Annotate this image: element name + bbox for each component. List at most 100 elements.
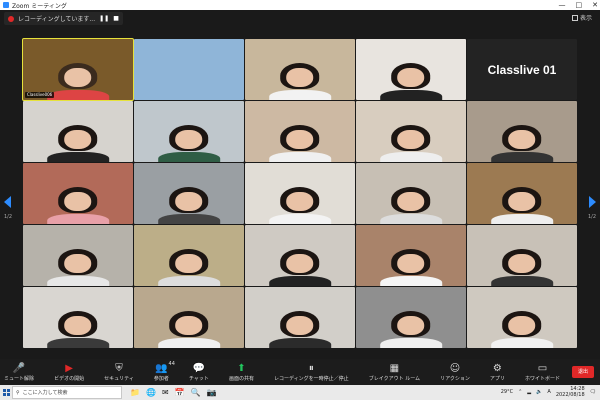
taskbar-app-icon[interactable]: 🔍	[191, 388, 201, 397]
participant-count-badge: 44	[168, 361, 175, 367]
participant-tile[interactable]	[467, 101, 577, 162]
search-icon: ⚲	[16, 389, 20, 396]
record-icon: ⏸	[308, 362, 314, 374]
volume-icon[interactable]: 🔈	[536, 389, 542, 395]
window-title: Zoom ミーティング	[12, 2, 67, 10]
minimize-button[interactable]: —	[559, 0, 566, 10]
taskbar-app-icon[interactable]: 📁	[130, 388, 140, 397]
apps-button[interactable]: ⚙ アプリ	[490, 359, 505, 385]
share-screen-button[interactable]: ⬆ 画面の共有	[229, 359, 254, 385]
participant-tile[interactable]: Classlive006	[22, 38, 134, 101]
breakout-rooms-icon: ▦	[389, 362, 400, 374]
participant-tile[interactable]	[356, 225, 466, 286]
participants-button[interactable]: 👥 44 参加者	[154, 359, 175, 385]
participant-tile[interactable]	[134, 39, 244, 100]
maximize-button[interactable]: □	[576, 0, 583, 10]
windows-taskbar: ⚲ ここに入力して検索 📁 🌐 ✉ 📅 🔍 📷 29°C ⌃ ▂ 🔈 A 14:28 20…	[0, 385, 600, 400]
next-page-number: 1/2	[587, 214, 596, 220]
taskbar-search[interactable]: ⚲ ここに入力して検索	[12, 386, 122, 399]
participant-tile[interactable]	[134, 163, 244, 224]
taskbar-apps: 📁 🌐 ✉ 📅 🔍 📷	[130, 388, 217, 397]
participant-tile[interactable]	[134, 101, 244, 162]
reaction-button[interactable]: ☺ リアクション	[440, 359, 470, 385]
participant-tile[interactable]	[356, 287, 466, 348]
participant-video	[158, 125, 220, 162]
shield-button[interactable]: ⛨ セキュリティ	[104, 359, 134, 385]
participant-video	[269, 249, 331, 286]
participant-video	[269, 63, 331, 100]
participant-name: Classlive006	[25, 92, 55, 98]
windows-logo-icon	[2, 389, 10, 396]
participant-tile[interactable]	[356, 39, 466, 100]
recording-text: レコーディングしています...	[18, 16, 96, 23]
participant-tile[interactable]	[23, 101, 133, 162]
next-page-arrow[interactable]	[589, 196, 596, 208]
network-icon[interactable]: ▂	[527, 389, 531, 395]
toolbar-label: セキュリティ	[104, 375, 134, 382]
participant-tile[interactable]	[356, 163, 466, 224]
participant-tile[interactable]	[245, 101, 355, 162]
window-titlebar: Zoom ミーティング — □ ✕	[0, 0, 600, 10]
participant-tile[interactable]	[23, 163, 133, 224]
taskbar-app-icon[interactable]: 📷	[207, 388, 217, 397]
participant-tile[interactable]	[23, 287, 133, 348]
microphone-muted-button[interactable]: 🎤 ミュート解除	[4, 359, 34, 385]
participant-video	[269, 311, 331, 348]
participant-name-label: Classlive 01	[487, 62, 557, 77]
participant-video	[380, 125, 442, 162]
participant-tile[interactable]	[245, 225, 355, 286]
participant-video	[47, 63, 109, 100]
chevron-up-icon[interactable]: ⌃	[518, 389, 522, 395]
participant-tile[interactable]	[467, 163, 577, 224]
participant-tile[interactable]	[467, 287, 577, 348]
prev-page-number: 1/2	[4, 214, 13, 220]
prev-page-arrow[interactable]	[4, 196, 11, 208]
participant-tile[interactable]	[245, 39, 355, 100]
participant-tile[interactable]	[23, 225, 133, 286]
view-button[interactable]: 表示	[571, 13, 592, 22]
leave-button[interactable]: 退出	[572, 366, 594, 378]
participant-video	[491, 311, 553, 348]
share-screen-icon: ⬆	[237, 362, 246, 374]
toolbar-label: レコーディングを一時停止／停止	[274, 375, 349, 382]
notifications-icon[interactable]: 🗨	[590, 389, 596, 395]
pause-recording-icon[interactable]: ❚❚	[99, 15, 109, 22]
recording-indicator: レコーディングしています... ❚❚ ■	[4, 12, 123, 25]
participant-video	[380, 63, 442, 100]
start-button[interactable]	[0, 385, 12, 400]
participant-video	[380, 187, 442, 224]
participant-tile[interactable]	[467, 225, 577, 286]
taskbar-app-icon[interactable]: ✉	[162, 388, 169, 397]
participant-tile[interactable]	[245, 287, 355, 348]
toolbar-label: リアクション	[440, 375, 470, 382]
taskbar-app-icon[interactable]: 📅	[175, 388, 185, 397]
whiteboard-button[interactable]: ▭ ホワイトボード	[525, 359, 560, 385]
chat-button[interactable]: 💬 チャット	[189, 359, 209, 385]
ime-indicator[interactable]: A	[547, 389, 550, 395]
record-button[interactable]: ⏸ レコーディングを一時停止／停止	[274, 359, 349, 385]
video-background	[134, 39, 244, 100]
participant-tile[interactable]	[245, 163, 355, 224]
microphone-muted-icon: 🎤	[12, 362, 26, 374]
participant-video	[47, 125, 109, 162]
clock[interactable]: 14:28 2022/08/18	[556, 386, 585, 398]
grid-icon	[571, 14, 578, 21]
participant-video	[491, 187, 553, 224]
chat-icon: 💬	[192, 362, 206, 374]
weather-text[interactable]: 29°C	[501, 389, 513, 395]
reaction-icon: ☺	[449, 362, 461, 374]
close-button[interactable]: ✕	[592, 0, 598, 10]
participant-video	[380, 311, 442, 348]
participant-tile[interactable]	[356, 101, 466, 162]
toolbar-label: ブレイクアウト ルーム	[368, 375, 421, 382]
participant-video	[158, 311, 220, 348]
participant-tile[interactable]	[134, 225, 244, 286]
stop-recording-icon[interactable]: ■	[113, 15, 119, 22]
participant-tile[interactable]	[134, 287, 244, 348]
breakout-rooms-button[interactable]: ▦ ブレイクアウト ルーム	[369, 359, 420, 385]
video-off-button[interactable]: ▶ ビデオの開始	[54, 359, 84, 385]
toolbar-label: ホワイトボード	[524, 375, 560, 382]
participant-tile[interactable]: Classlive 01	[467, 39, 577, 100]
participant-video	[269, 187, 331, 224]
taskbar-app-icon[interactable]: 🌐	[146, 388, 156, 397]
